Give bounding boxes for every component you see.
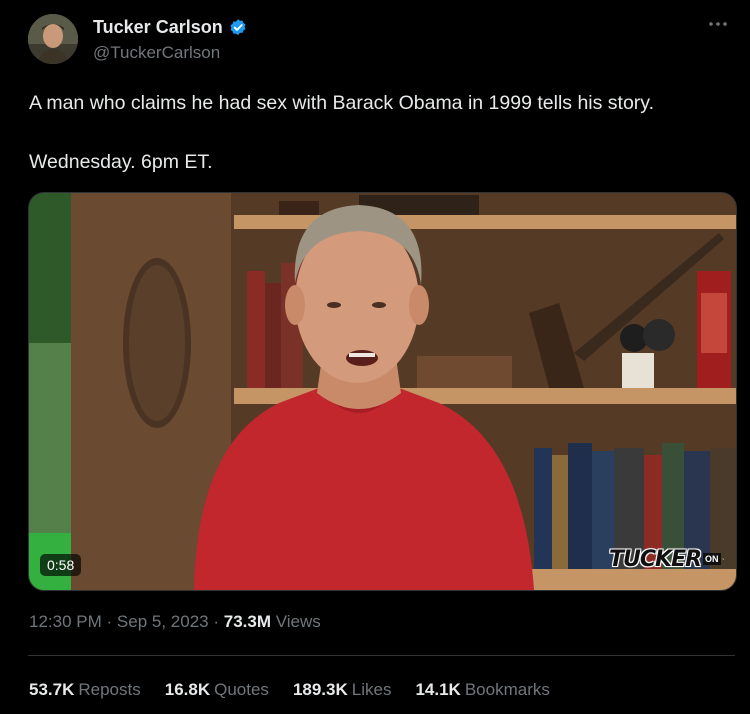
stat-reposts[interactable]: 53.7K Reposts: [29, 680, 141, 700]
brand-on: ON: [703, 553, 721, 565]
tweet-time[interactable]: 12:30 PM: [29, 612, 102, 631]
tweet-text-line-1: A man who claims he had sex with Barack …: [29, 92, 655, 114]
tweet-meta: 12:30 PM · Sep 5, 2023 · 73.3M Views: [29, 612, 321, 632]
likes-label: Likes: [351, 680, 392, 699]
views-label: Views: [275, 612, 321, 631]
tweet-text-line-2: Wednesday. 6pm ET.: [29, 151, 213, 173]
quotes-count: 16.8K: [164, 680, 211, 699]
stat-bookmarks[interactable]: 14.1K Bookmarks: [415, 680, 549, 700]
author-name[interactable]: Tucker Carlson: [93, 17, 223, 38]
divider: [28, 655, 735, 656]
more-icon[interactable]: [704, 14, 732, 34]
meta-separator-2: ·: [213, 612, 220, 631]
bookmarks-label: Bookmarks: [464, 680, 550, 699]
brand-word: TUCKER: [609, 546, 702, 572]
bookmarks-count: 14.1K: [415, 680, 461, 699]
likes-count: 189.3K: [292, 680, 348, 699]
stat-likes[interactable]: 189.3K Likes: [293, 680, 392, 700]
x-logo-icon: [721, 557, 724, 561]
author-handle[interactable]: @TuckerCarlson: [93, 43, 220, 63]
views-count[interactable]: 73.3M: [224, 612, 271, 631]
tucker-on-x-logo: TUCKER ON: [609, 542, 724, 576]
author-name-row[interactable]: Tucker Carlson: [93, 17, 248, 38]
meta-separator: ·: [106, 612, 113, 631]
avatar[interactable]: [28, 14, 78, 64]
engagement-stats: 53.7K Reposts 16.8K Quotes 189.3K Likes 14.…: [29, 680, 574, 700]
video-duration: 0:58: [40, 554, 82, 576]
tweet-card: Tucker Carlson @TuckerCarlson A man who …: [0, 0, 750, 714]
video-frame: [29, 193, 736, 590]
video-player[interactable]: 0:58 TUCKER ON: [28, 192, 737, 591]
tweet-date[interactable]: Sep 5, 2023: [117, 612, 209, 631]
stat-quotes[interactable]: 16.8K Quotes: [165, 680, 269, 700]
quotes-label: Quotes: [214, 680, 269, 699]
reposts-count: 53.7K: [29, 680, 75, 699]
reposts-label: Reposts: [78, 680, 141, 699]
verified-badge-icon: [228, 18, 248, 38]
